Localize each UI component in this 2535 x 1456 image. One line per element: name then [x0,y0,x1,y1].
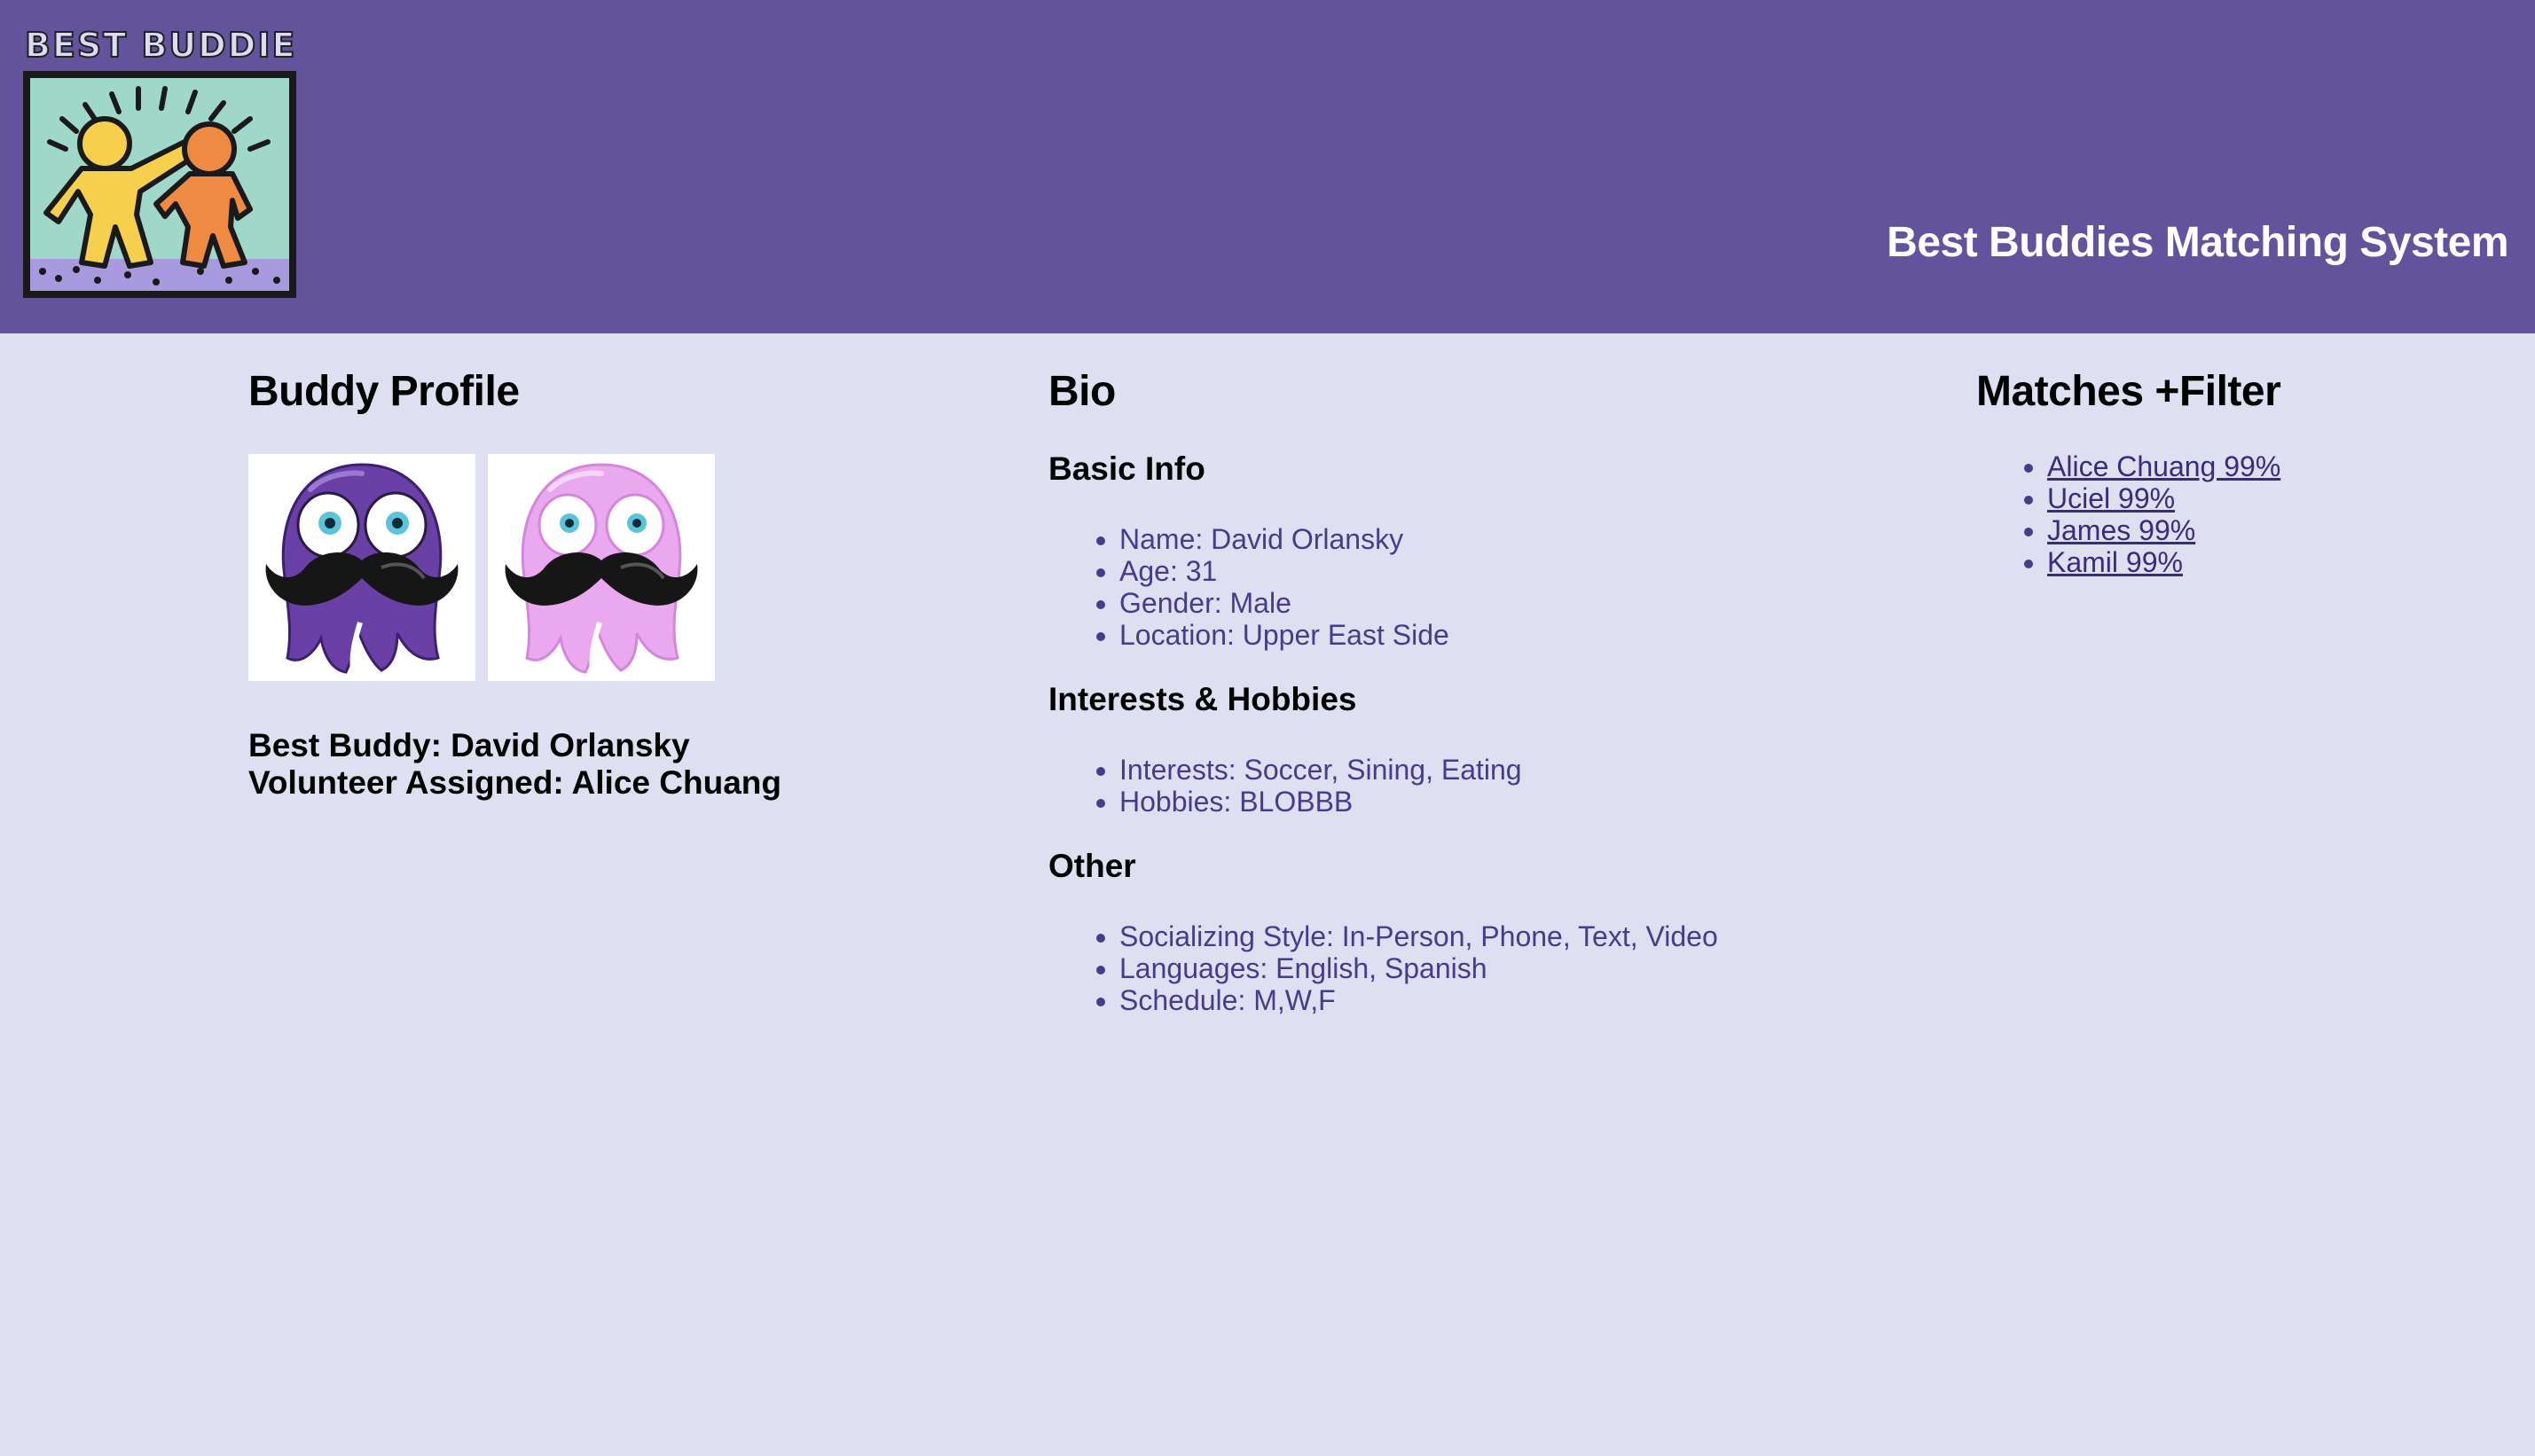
other-list: Socializing Style: In-Person, Phone, Tex… [1048,920,1718,1016]
list-item: Age: 31 [1119,555,1449,587]
matches-filter-heading[interactable]: Matches +Filter [1976,367,2281,416]
buddy-profile-heading: Buddy Profile [248,368,520,415]
basic-info-heading: Basic Info [1048,450,1205,487]
list-item: Name: David Orlansky [1119,523,1449,555]
match-link-uciel[interactable]: Uciel 99% [2047,482,2175,514]
match-item: Uciel 99% [2047,482,2280,514]
buddy-photo[interactable] [248,454,475,681]
basic-info-list: Name: David Orlansky Age: 31 Gender: Mal… [1048,523,1449,651]
list-item: Schedule: M,W,F [1119,984,1718,1016]
list-item: Interests: Soccer, Sining, Eating [1119,754,1522,786]
site-header: BEST BUDDIES Best Buddies Matching Syste… [0,0,2535,333]
match-link-kamil[interactable]: Kamil 99% [2047,546,2183,578]
matches-list: Alice Chuang 99% Uciel 99% James 99% Kam… [1976,450,2280,578]
best-buddy-label: Best Buddy: David Orlansky [248,727,690,763]
volunteer-assigned-label: Volunteer Assigned: Alice Chuang [248,764,781,801]
volunteer-photo[interactable] [488,454,715,681]
purple-octopus-icon [265,463,459,674]
interests-hobbies-section: Interests & Hobbies Interests: Soccer, S… [1048,681,1522,818]
list-item: Socializing Style: In-Person, Phone, Tex… [1119,920,1718,952]
match-link-james[interactable]: James 99% [2047,514,2195,546]
bio-heading: Bio [1048,368,1116,415]
best-buddies-logo-icon: BEST BUDDIES [23,25,322,298]
match-item: Kamil 99% [2047,546,2280,578]
list-item: Languages: English, Spanish [1119,952,1718,984]
list-item: Gender: Male [1119,587,1449,619]
match-link-alice-chuang[interactable]: Alice Chuang 99% [2047,450,2280,482]
best-buddies-logo[interactable]: BEST BUDDIES [23,25,322,298]
other-heading: Other [1048,848,1136,884]
assignment-info: Best Buddy: David Orlansky Volunteer Ass… [248,727,781,802]
interests-hobbies-list: Interests: Soccer, Sining, Eating Hobbie… [1048,754,1522,818]
match-item: James 99% [2047,514,2280,546]
other-section: Other Socializing Style: In-Person, Phon… [1048,848,1718,1016]
list-item: Location: Upper East Side [1119,619,1449,651]
pink-octopus-icon [505,463,698,674]
match-item: Alice Chuang 99% [2047,450,2280,482]
page-title: Best Buddies Matching System [1887,219,2508,266]
basic-info-section: Basic Info Name: David Orlansky Age: 31 … [1048,450,1449,651]
interests-hobbies-heading: Interests & Hobbies [1048,681,1357,717]
list-item: Hobbies: BLOBBB [1119,786,1522,818]
logo-text: BEST BUDDIES [25,27,298,65]
